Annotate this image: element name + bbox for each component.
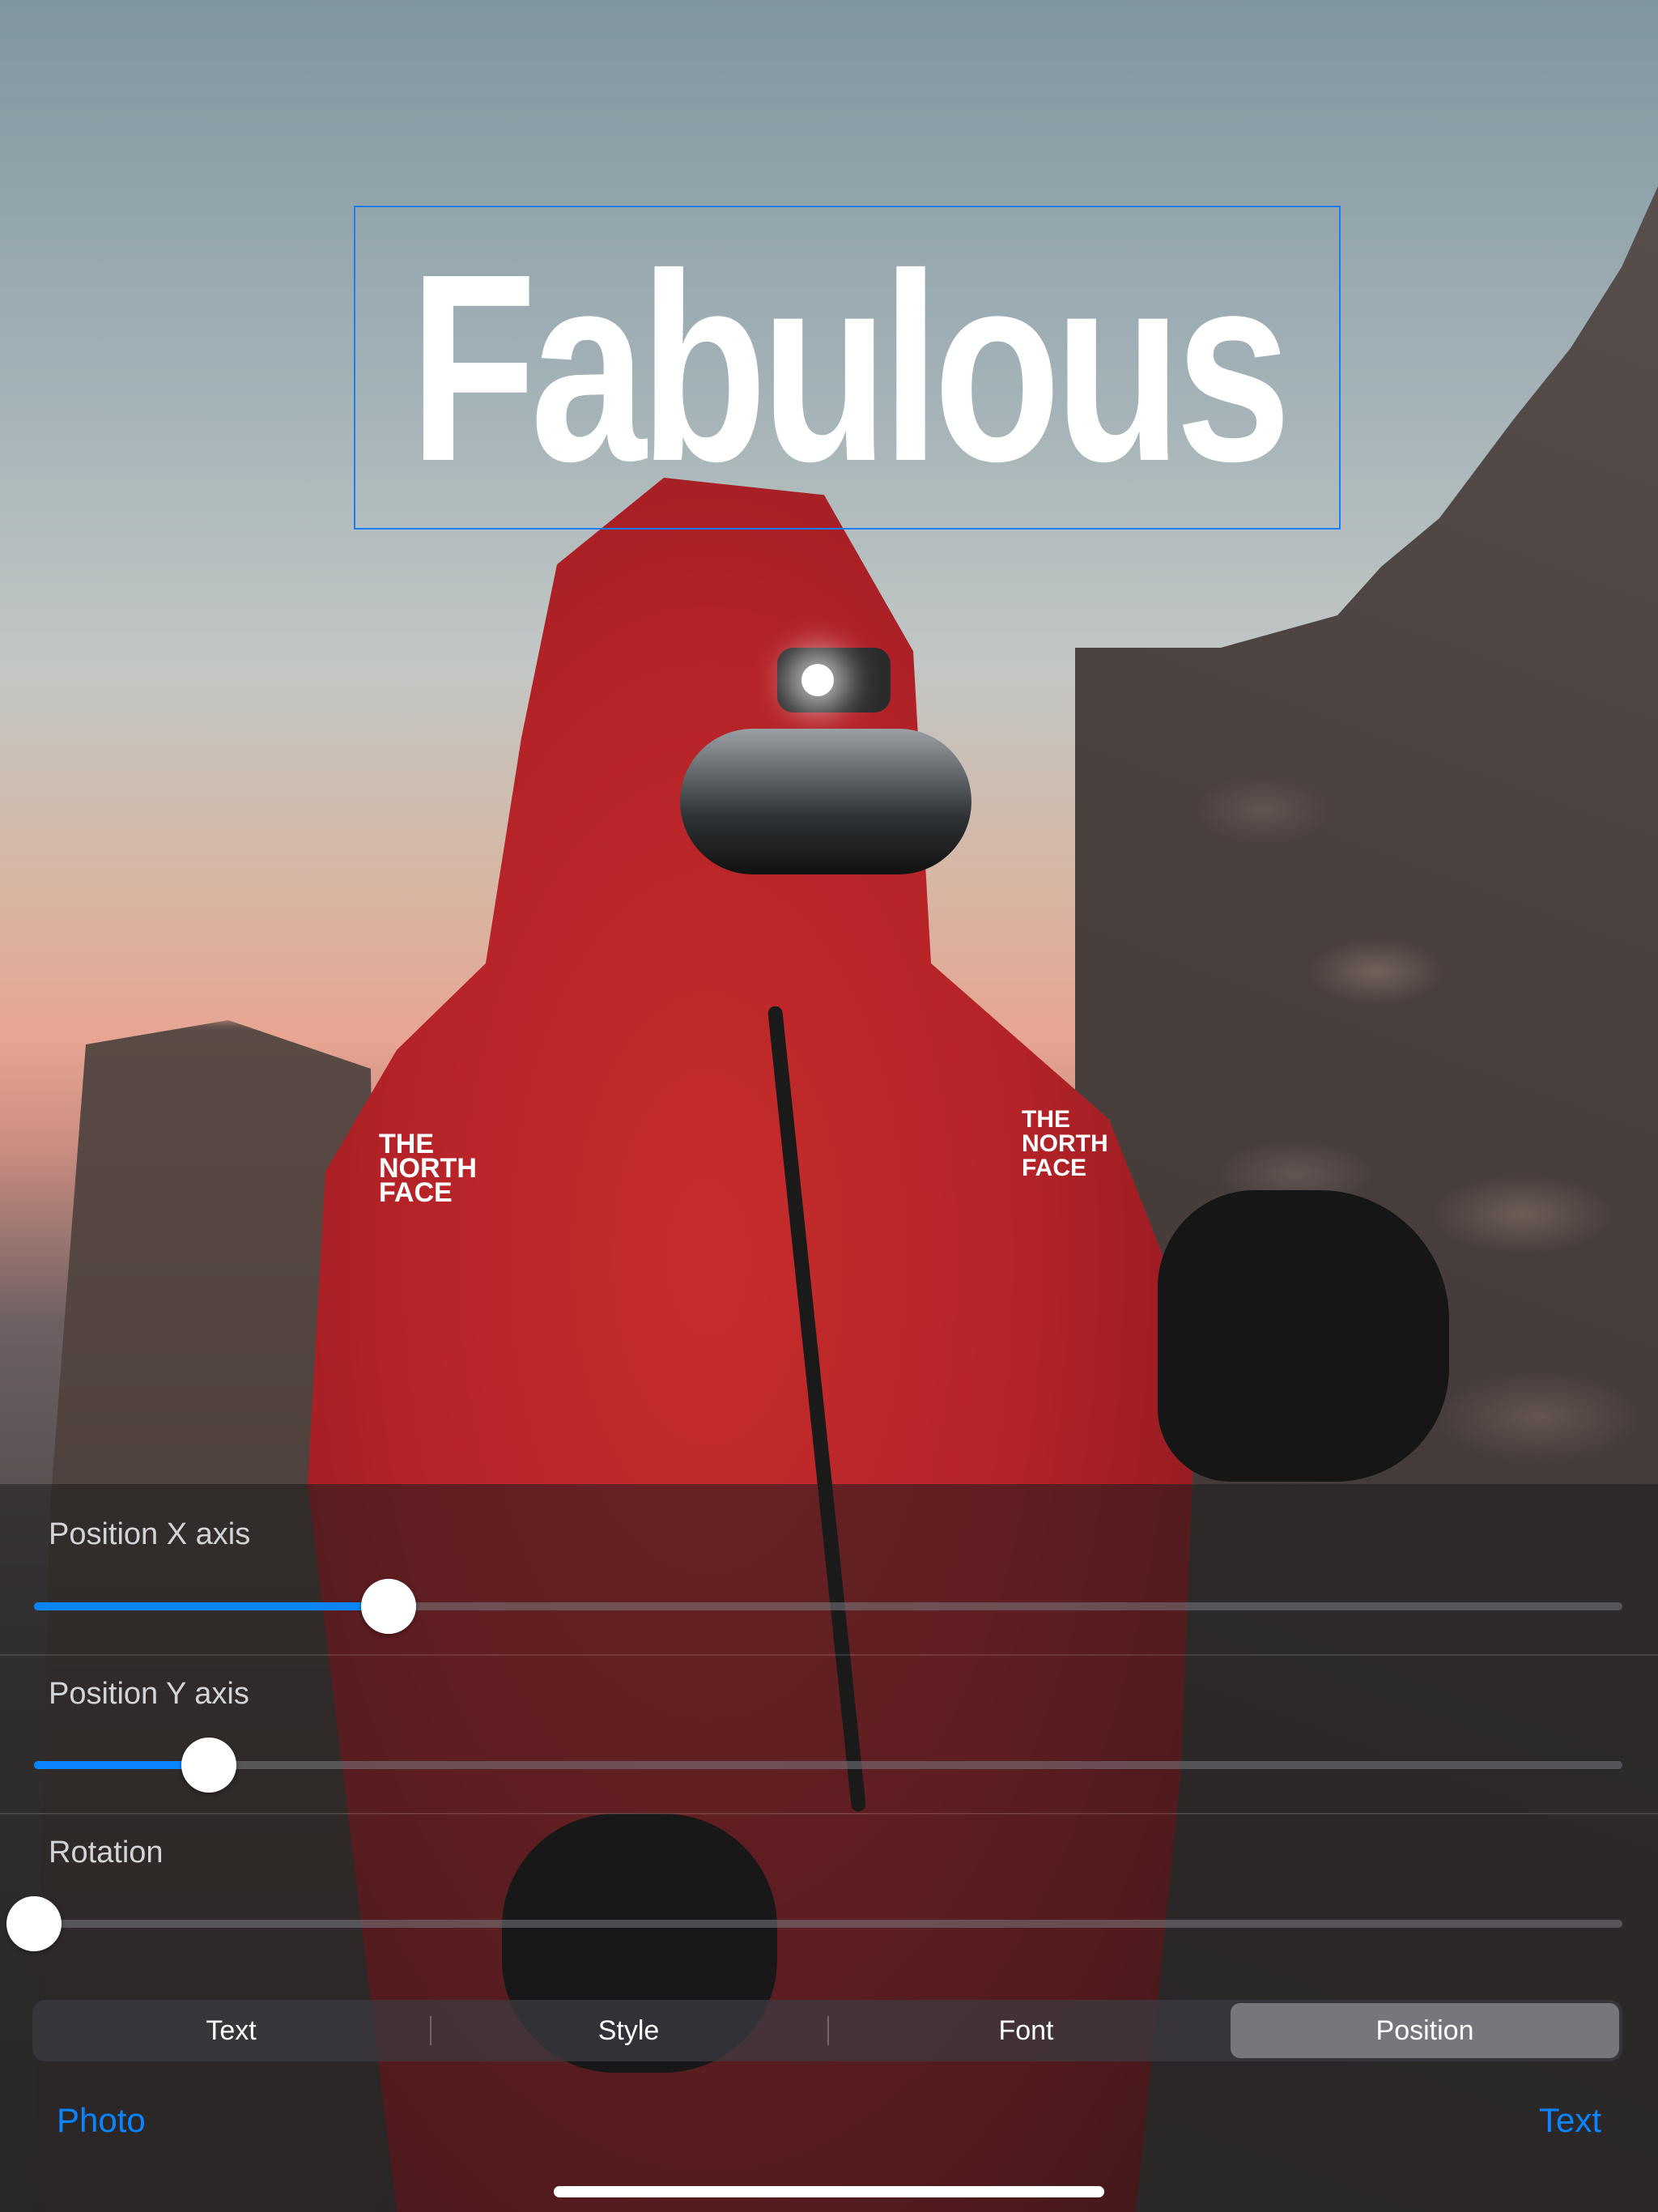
tab-text[interactable]: Text xyxy=(32,2000,430,2061)
jacket-logo-left: THE NORTH FACE xyxy=(379,1129,484,1208)
position-x-thumb[interactable] xyxy=(360,1579,416,1634)
ski-goggles xyxy=(680,729,971,874)
jacket-logo-text: THE NORTH FACE xyxy=(379,1129,477,1208)
position-y-label: Position Y axis xyxy=(49,1677,249,1711)
text-selection-box[interactable] xyxy=(354,206,1341,530)
position-x-slider[interactable] xyxy=(34,1579,1622,1634)
rotation-thumb[interactable] xyxy=(6,1896,62,1951)
headlamp-light xyxy=(801,664,834,696)
rotation-label: Rotation xyxy=(49,1836,164,1870)
position-x-label: Position X axis xyxy=(49,1517,251,1551)
position-controls-panel xyxy=(0,1484,1658,2212)
tab-position[interactable]: Position xyxy=(1231,2003,1619,2058)
photo-link[interactable]: Photo xyxy=(57,2101,146,2140)
jacket-logo-text: THE NORTH FACE xyxy=(1022,1106,1108,1181)
position-y-thumb[interactable] xyxy=(181,1738,236,1793)
tab-font[interactable]: Font xyxy=(827,2000,1225,2061)
home-indicator[interactable] xyxy=(554,2186,1104,2197)
editor-tab-control: Text Style Font Position xyxy=(32,2000,1622,2061)
glove-right xyxy=(1158,1190,1449,1482)
tab-style[interactable]: Style xyxy=(430,2000,827,2061)
slider-divider xyxy=(0,1813,1658,1814)
rotation-slider[interactable] xyxy=(6,1896,1622,1951)
jacket-logo-right: THE NORTH FACE xyxy=(1022,1108,1127,1180)
headlamp xyxy=(777,648,891,713)
position-y-slider[interactable] xyxy=(34,1738,1622,1793)
position-x-fill xyxy=(34,1602,389,1610)
text-link[interactable]: Text xyxy=(1539,2101,1601,2140)
slider-divider xyxy=(0,1654,1658,1656)
